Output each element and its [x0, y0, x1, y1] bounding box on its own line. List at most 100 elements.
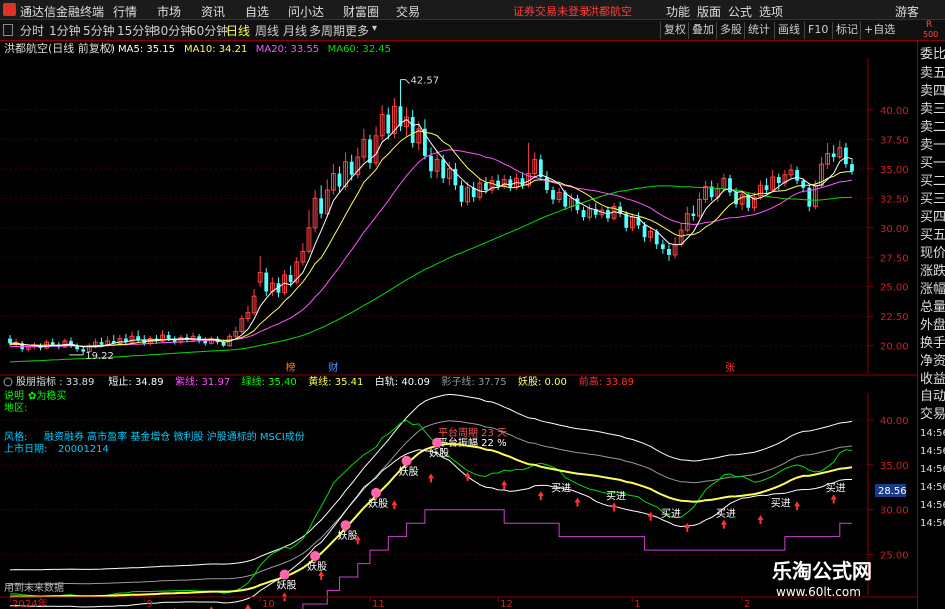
- signal-label: 买进: [606, 490, 626, 502]
- side-earnings[interactable]: 收益: [920, 372, 945, 388]
- candle-body: [801, 180, 806, 188]
- candle-body: [660, 244, 665, 250]
- indicator-header-item: 股朋指标 : 33.89: [16, 375, 94, 388]
- ma-header-item: MA10: 34.21: [184, 44, 247, 55]
- side-price[interactable]: 现价: [920, 246, 945, 262]
- toolbar-toggle-icon[interactable]: [3, 24, 13, 36]
- side-outer[interactable]: 外盘: [920, 318, 945, 334]
- chart-canvas[interactable]: 洪都航空(日线 前复权) MA5: 35.15 MA10: 34.21 MA20: …: [0, 41, 917, 609]
- login-notice[interactable]: 证券交易未登录: [513, 3, 590, 19]
- period-multi[interactable]: 多周期: [309, 22, 345, 39]
- ma-header-item: MA5: 35.15: [118, 44, 175, 55]
- app-title: 通达信金融终端: [20, 5, 105, 19]
- side-turnover[interactable]: 换手: [920, 336, 945, 352]
- signal-label: 买进: [551, 483, 571, 495]
- side-time-3: 14:56: [920, 464, 945, 475]
- btn-add-watchlist[interactable]: +自选: [860, 22, 898, 39]
- side-bid-ratio[interactable]: 委比: [920, 47, 945, 63]
- menu-trade[interactable]: 交易: [396, 3, 420, 20]
- period-daily[interactable]: 日线: [226, 22, 250, 39]
- period-15min[interactable]: 15分钟: [117, 22, 156, 39]
- side-bid1[interactable]: 买一: [920, 156, 945, 172]
- btn-adjust[interactable]: 复权: [660, 22, 689, 39]
- candle-body: [654, 231, 659, 245]
- menu-options[interactable]: 选项: [759, 3, 783, 20]
- side-ask4[interactable]: 卖四: [920, 84, 945, 100]
- btn-f10[interactable]: F10: [804, 22, 831, 39]
- menu-market[interactable]: 行情: [113, 3, 137, 20]
- side-bid4[interactable]: 买四: [920, 210, 945, 226]
- side-auto[interactable]: 自动: [920, 389, 945, 405]
- period-weekly[interactable]: 周线: [255, 22, 279, 39]
- btn-overlay[interactable]: 叠加: [688, 22, 717, 39]
- future-data-note: 用到未来数据: [4, 581, 64, 594]
- side-net-assets[interactable]: 净资: [920, 354, 945, 370]
- candle-body: [429, 155, 433, 172]
- candle-body: [484, 182, 488, 191]
- candle-body: [203, 340, 208, 344]
- side-change[interactable]: 涨跌: [920, 264, 945, 280]
- side-ask2[interactable]: 卖二: [920, 120, 945, 136]
- candle-body: [734, 192, 738, 205]
- side-bid5[interactable]: 买五: [920, 228, 945, 244]
- user-label[interactable]: 游客: [895, 3, 919, 20]
- event-marker: 榜: [286, 361, 296, 374]
- menu-ask[interactable]: 问小达: [288, 3, 324, 20]
- period-intraday[interactable]: 分时: [20, 22, 44, 39]
- candle-body: [264, 272, 269, 292]
- candle-body: [136, 336, 141, 340]
- upper-y-tick-label: 27.50: [880, 253, 909, 264]
- more-chevron-icon[interactable]: ▾: [372, 23, 377, 34]
- app-logo-icon: [3, 3, 16, 16]
- period-60min[interactable]: 60分钟: [189, 22, 228, 39]
- menu-watchlist[interactable]: 自选: [245, 3, 269, 20]
- side-time-6: 14:56: [920, 518, 945, 529]
- candle-body: [520, 178, 525, 186]
- current-value-text: 28.56: [878, 486, 907, 497]
- candle-body: [776, 177, 781, 183]
- period-monthly[interactable]: 月线: [283, 22, 307, 39]
- side-ask1[interactable]: 卖一: [920, 138, 945, 154]
- side-ask5[interactable]: 卖五: [920, 66, 945, 82]
- signal-label: 买进: [826, 482, 846, 494]
- candle-body: [691, 213, 696, 216]
- candle-body: [410, 116, 415, 143]
- candle-body: [551, 190, 555, 200]
- right-sidebar: 委比 卖五 卖四 卖三 卖二 卖一 买一 买二 买三 买四 买五 现价 涨跌 涨…: [917, 41, 945, 609]
- candle-body: [319, 198, 324, 214]
- upper-y-tick-label: 30.00: [880, 224, 909, 235]
- signal-label: 妖股: [338, 529, 358, 542]
- period-30min[interactable]: 30分钟: [153, 22, 192, 39]
- signal-label: 买进: [716, 508, 736, 520]
- listing-date-value: 20001214: [58, 444, 109, 455]
- side-bid2[interactable]: 买二: [920, 174, 945, 190]
- btn-multi-stock[interactable]: 多股: [716, 22, 745, 39]
- indicator-header-item: 白轨: 40.09: [375, 375, 430, 388]
- candle-body: [642, 225, 647, 238]
- stock-name: 洪都航空: [588, 5, 632, 18]
- menu-markets[interactable]: 市场: [157, 3, 181, 20]
- candle-body: [459, 185, 464, 202]
- side-time-5: 14:56: [920, 500, 945, 511]
- btn-mark[interactable]: 标记: [832, 22, 861, 39]
- btn-stats[interactable]: 统计: [744, 22, 773, 39]
- svg-text:www.60lt.com: www.60lt.com: [776, 585, 861, 599]
- side-change-pct[interactable]: 涨幅: [920, 282, 945, 298]
- menu-news[interactable]: 资讯: [201, 3, 225, 20]
- side-volume[interactable]: 总量: [920, 300, 945, 316]
- menu-function[interactable]: 功能: [666, 3, 690, 20]
- btn-draw[interactable]: 画线: [774, 22, 803, 39]
- signal-label: 妖股: [399, 465, 419, 478]
- side-ask3[interactable]: 卖三: [920, 102, 945, 118]
- candle-body: [844, 147, 848, 165]
- period-1min[interactable]: 1分钟: [49, 22, 81, 39]
- side-bid3[interactable]: 买三: [920, 192, 945, 208]
- period-more[interactable]: 更多: [345, 22, 369, 39]
- side-trade[interactable]: 交易: [920, 407, 945, 423]
- menu-layout[interactable]: 版面: [697, 3, 721, 20]
- period-5min[interactable]: 5分钟: [83, 22, 115, 39]
- menu-formula[interactable]: 公式: [728, 3, 752, 20]
- side-time-1: 14:56: [920, 428, 945, 439]
- side-time-2: 14:56: [920, 446, 945, 457]
- menu-wealth[interactable]: 财富圈: [343, 3, 379, 20]
